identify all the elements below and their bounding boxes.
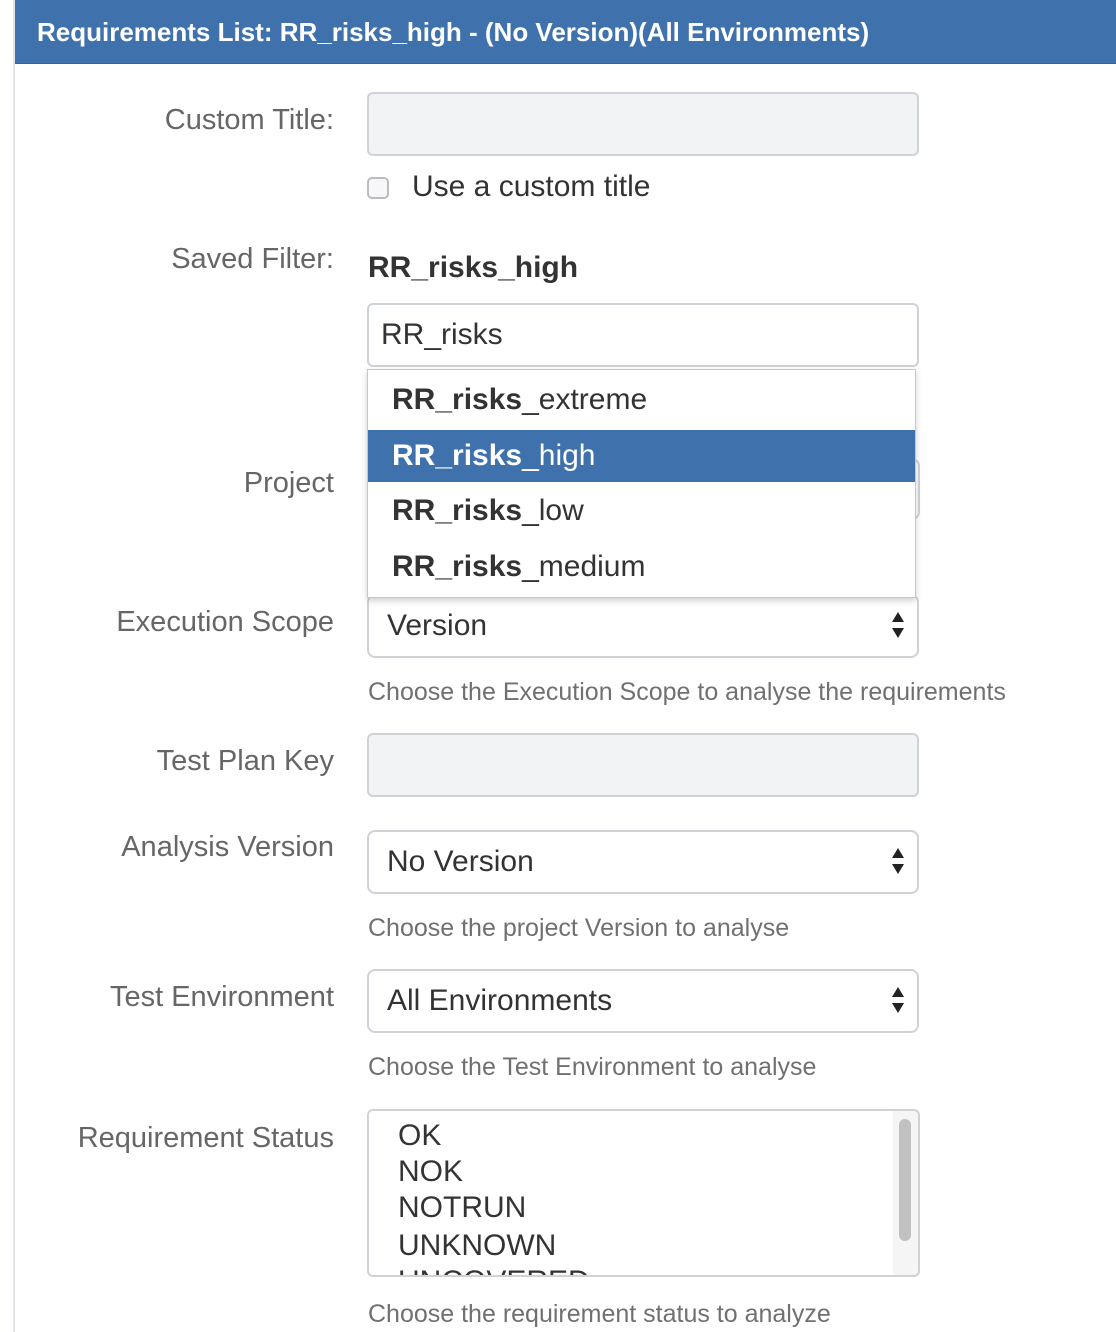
status-option[interactable]: OK — [398, 1119, 441, 1153]
select-arrows-icon — [892, 848, 904, 874]
test-environment-help: Choose the Test Environment to analyse — [368, 1053, 817, 1081]
saved-filter-label: Saved Filter: — [171, 243, 334, 275]
suggestion-rest: _low — [522, 494, 584, 527]
saved-filter-current: RR_risks_high — [368, 251, 579, 284]
test-plan-key-label: Test Plan Key — [156, 745, 334, 777]
project-label: Project — [243, 467, 334, 499]
suggestion-item[interactable]: RR_risks_medium — [368, 541, 915, 593]
select-arrows-icon — [892, 612, 904, 638]
suggestion-item[interactable]: RR_risks_low — [368, 485, 915, 537]
status-option[interactable]: NOK — [398, 1155, 463, 1189]
requirement-status-help: Choose the requirement status to analyze — [368, 1300, 831, 1328]
custom-title-checkbox-label[interactable]: Use a custom title — [412, 170, 650, 204]
select-arrows-icon — [892, 987, 904, 1013]
suggestion-rest: _extreme — [522, 383, 648, 416]
requirement-status-scrollbar[interactable] — [893, 1109, 920, 1277]
test-environment-select[interactable]: All Environments — [367, 969, 919, 1033]
requirement-status-listbox[interactable]: OK NOK NOTRUN UNKNOWN UNCOVERED — [367, 1109, 893, 1277]
custom-title-input[interactable] — [367, 92, 919, 156]
header-title: Requirements List: RR_risks_high - (No V… — [37, 17, 870, 47]
scrollbar-thumb[interactable] — [899, 1119, 911, 1241]
suggestion-match: RR_risks — [392, 494, 523, 527]
panel-left-border — [13, 0, 15, 1332]
test-plan-key-input[interactable] — [367, 733, 919, 797]
analysis-version-value: No Version — [387, 845, 534, 878]
suggestion-match: RR_risks — [392, 550, 523, 583]
test-environment-value: All Environments — [387, 984, 613, 1017]
gadget-header: Requirements List: RR_risks_high - (No V… — [15, 0, 1116, 64]
suggestion-match: RR_risks — [392, 383, 523, 416]
analysis-version-select[interactable]: No Version — [367, 830, 919, 894]
requirement-status-label: Requirement Status — [77, 1122, 334, 1154]
custom-title-label: Custom Title: — [164, 104, 334, 136]
status-option[interactable]: NOTRUN — [398, 1191, 526, 1225]
suggestion-match: RR_risks — [392, 439, 523, 472]
analysis-version-help: Choose the project Version to analyse — [368, 914, 790, 942]
execution-scope-help: Choose the Execution Scope to analyse th… — [368, 678, 1006, 706]
analysis-version-label: Analysis Version — [121, 831, 334, 863]
execution-scope-label: Execution Scope — [116, 606, 334, 638]
execution-scope-value: Version — [387, 609, 488, 642]
custom-title-checkbox[interactable] — [367, 177, 389, 199]
status-option[interactable]: UNKNOWN — [398, 1229, 556, 1263]
status-option[interactable]: UNCOVERED — [398, 1265, 590, 1275]
suggestion-item-active[interactable]: RR_risks_high — [368, 430, 915, 482]
suggestion-rest: _high — [522, 439, 596, 472]
execution-scope-select[interactable]: Version — [367, 594, 919, 658]
saved-filter-search-input[interactable]: RR_risks — [367, 303, 919, 367]
saved-filter-suggestions: RR_risks_extreme RR_risks_high RR_risks_… — [367, 369, 916, 598]
suggestion-rest: _medium — [522, 550, 646, 583]
test-environment-label: Test Environment — [109, 981, 334, 1013]
suggestion-item[interactable]: RR_risks_extreme — [368, 374, 915, 426]
